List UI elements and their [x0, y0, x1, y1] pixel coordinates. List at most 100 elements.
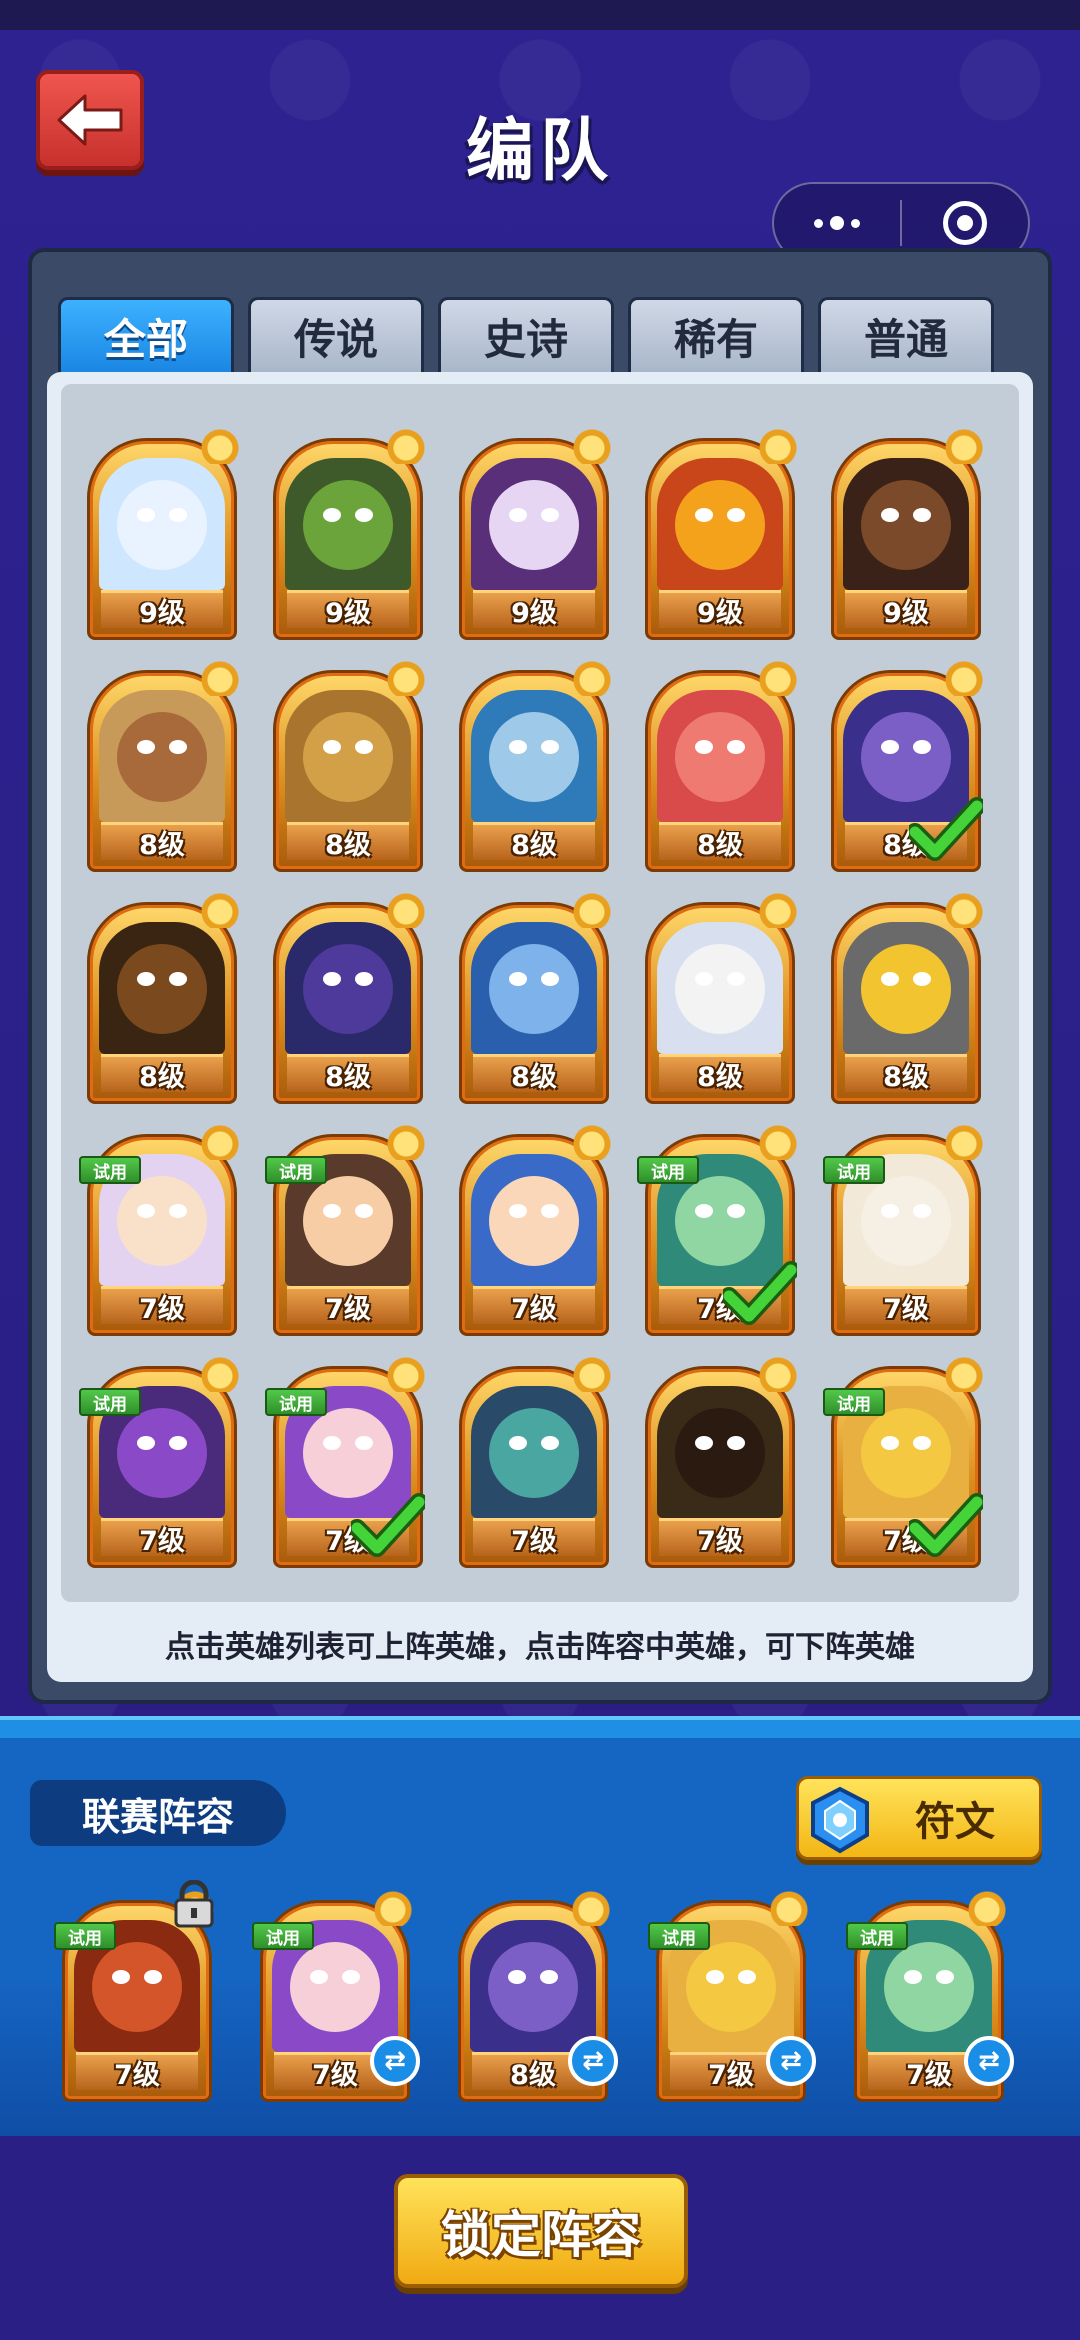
swap-icon[interactable]: ⇄ — [964, 2036, 1014, 2086]
rank-gem-icon — [569, 1120, 615, 1160]
hero-portrait — [657, 690, 783, 822]
team-member-card[interactable]: 7级 试用 ⇄ — [252, 1886, 420, 2106]
hero-level: 8级 — [845, 1054, 967, 1093]
hero-level: 9级 — [473, 590, 595, 629]
rank-gem-icon — [568, 1886, 614, 1926]
hero-card[interactable]: 7级 试用 — [265, 1352, 431, 1572]
trial-badge: 试用 — [79, 1388, 141, 1416]
rank-gem-icon — [941, 1120, 987, 1160]
hero-level: 7级 — [287, 1286, 409, 1325]
hero-level: 8级 — [287, 1054, 409, 1093]
status-strip — [0, 0, 1080, 30]
selected-check-icon — [351, 1493, 425, 1557]
hero-level: 8级 — [101, 822, 223, 861]
hero-card[interactable]: 8级 — [637, 656, 803, 876]
hero-card[interactable]: 9级 — [823, 424, 989, 644]
rank-gem-icon — [941, 888, 987, 928]
hero-portrait — [843, 922, 969, 1054]
hero-card[interactable]: 9级 — [79, 424, 245, 644]
selected-check-icon — [909, 797, 983, 861]
rank-gem-icon — [197, 1352, 243, 1392]
rank-gem-icon — [383, 888, 429, 928]
hero-card[interactable]: 7级 试用 — [79, 1120, 245, 1340]
team-member-card[interactable]: 7级 试用 ⇄ — [648, 1886, 816, 2106]
trial-badge: 试用 — [823, 1388, 885, 1416]
hero-portrait — [657, 458, 783, 590]
hero-card[interactable]: 7级 — [451, 1120, 617, 1340]
team-section: 联赛阵容 符文 7级 试用 7级 试用 ⇄ 8级 ⇄ 7级 试用 ⇄ 7级 试用 ⇄ — [0, 1716, 1080, 2136]
hero-card[interactable]: 7级 — [451, 1352, 617, 1572]
hero-card[interactable]: 7级 试用 — [637, 1120, 803, 1340]
team-member-card[interactable]: 8级 ⇄ — [450, 1886, 618, 2106]
hero-card[interactable]: 9级 — [265, 424, 431, 644]
lock-team-button[interactable]: 锁定阵容 — [394, 2174, 688, 2288]
trial-badge: 试用 — [265, 1388, 327, 1416]
trial-badge: 试用 — [265, 1156, 327, 1184]
hero-card[interactable]: 8级 — [265, 656, 431, 876]
hero-level: 7级 — [76, 2052, 198, 2091]
hero-card[interactable]: 8级 — [79, 656, 245, 876]
hero-level: 8级 — [101, 1054, 223, 1093]
rank-gem-icon — [197, 424, 243, 464]
rank-gem-icon — [370, 1886, 416, 1926]
tab-common[interactable]: 普通 — [818, 297, 994, 373]
hero-portrait — [285, 458, 411, 590]
lock-icon — [174, 1880, 214, 1928]
more-dots-icon — [814, 216, 860, 230]
hero-portrait — [657, 922, 783, 1054]
hero-portrait — [99, 458, 225, 590]
hero-level: 8级 — [287, 822, 409, 861]
hero-card[interactable]: 8级 — [79, 888, 245, 1108]
swap-icon[interactable]: ⇄ — [370, 2036, 420, 2086]
hero-card[interactable]: 7级 试用 — [823, 1120, 989, 1340]
trial-badge: 试用 — [79, 1156, 141, 1184]
trial-badge: 试用 — [846, 1922, 908, 1950]
rank-gem-icon — [569, 424, 615, 464]
hero-card[interactable]: 8级 — [823, 656, 989, 876]
tab-all[interactable]: 全部 — [58, 297, 234, 373]
hero-portrait — [99, 922, 225, 1054]
hero-level: 8级 — [659, 1054, 781, 1093]
hero-level: 7级 — [101, 1518, 223, 1557]
hero-card[interactable]: 8级 — [637, 888, 803, 1108]
page-title: 编队 — [465, 112, 614, 191]
hero-card[interactable]: 9级 — [451, 424, 617, 644]
rank-gem-icon — [755, 888, 801, 928]
rank-gem-icon — [383, 1352, 429, 1392]
rank-gem-icon — [197, 888, 243, 928]
hero-level: 9级 — [659, 590, 781, 629]
hero-card[interactable]: 8级 — [823, 888, 989, 1108]
trial-badge: 试用 — [648, 1922, 710, 1950]
hero-card[interactable]: 7级 试用 — [823, 1352, 989, 1572]
swap-icon[interactable]: ⇄ — [766, 2036, 816, 2086]
hero-level: 8级 — [473, 822, 595, 861]
trial-badge: 试用 — [252, 1922, 314, 1950]
tab-rare[interactable]: 稀有 — [628, 297, 804, 373]
swap-icon[interactable]: ⇄ — [568, 2036, 618, 2086]
hero-level: 9级 — [101, 590, 223, 629]
hero-level: 7级 — [101, 1286, 223, 1325]
hero-level: 9级 — [287, 590, 409, 629]
rune-button[interactable]: 符文 — [796, 1776, 1042, 1860]
tab-epic[interactable]: 史诗 — [438, 297, 614, 373]
hero-card[interactable]: 9级 — [637, 424, 803, 644]
hero-portrait — [285, 690, 411, 822]
team-member-card[interactable]: 7级 试用 ⇄ — [846, 1886, 1014, 2106]
hero-card[interactable]: 7级 试用 — [79, 1352, 245, 1572]
rank-gem-icon — [569, 656, 615, 696]
trial-badge: 试用 — [823, 1156, 885, 1184]
rank-gem-icon — [941, 1352, 987, 1392]
trial-badge: 试用 — [637, 1156, 699, 1184]
hero-card[interactable]: 8级 — [451, 888, 617, 1108]
hero-portrait — [843, 458, 969, 590]
hero-card[interactable]: 7级 试用 — [265, 1120, 431, 1340]
hero-level: 8级 — [659, 822, 781, 861]
hero-card[interactable]: 8级 — [451, 656, 617, 876]
hero-card[interactable]: 7级 — [637, 1352, 803, 1572]
hero-card[interactable]: 8级 — [265, 888, 431, 1108]
rank-gem-icon — [383, 1120, 429, 1160]
team-member-card[interactable]: 7级 试用 — [54, 1880, 220, 2106]
tab-legend[interactable]: 传说 — [248, 297, 424, 373]
hero-portrait — [471, 690, 597, 822]
rank-gem-icon — [569, 888, 615, 928]
